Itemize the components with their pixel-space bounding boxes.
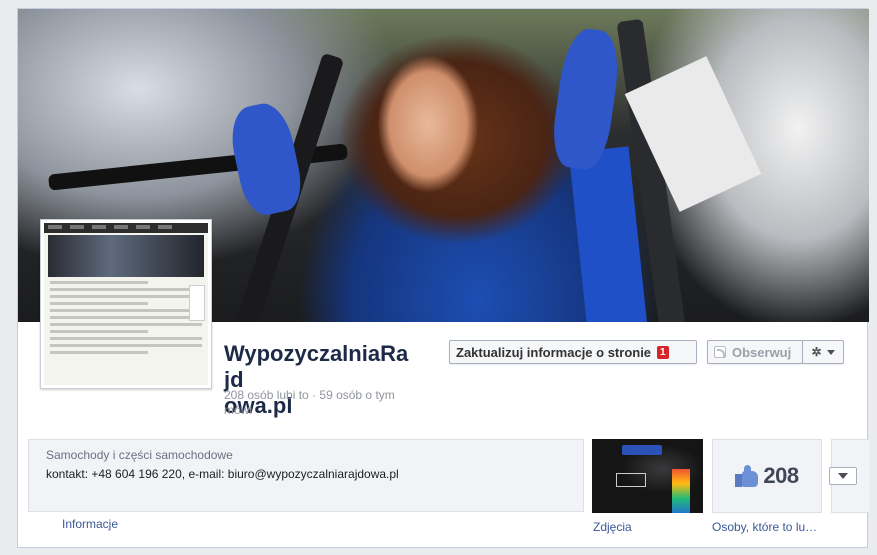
thumbnail-nav: [44, 223, 208, 233]
chevron-down-icon: [826, 349, 835, 355]
tab-photos[interactable]: Zdjęcia: [593, 520, 632, 534]
likes-box[interactable]: 208: [712, 439, 822, 513]
about-box[interactable]: Samochody i części samochodowe kontakt: …: [28, 439, 584, 512]
profile-picture-thumbnail: [44, 223, 208, 385]
notification-badge: 1: [657, 345, 669, 359]
gear-icon: ✲: [811, 345, 822, 359]
thumbs-up-icon: [735, 465, 759, 487]
page-title-line1[interactable]: WypozyczalniaRajd: [224, 341, 408, 392]
chevron-down-icon: [838, 473, 848, 479]
update-info-label: Zaktualizuj informacje o stronie: [456, 344, 652, 360]
likes-count: 208: [763, 463, 799, 488]
tab-info[interactable]: Informacje: [62, 517, 118, 531]
more-apps-button[interactable]: [829, 467, 857, 485]
rss-icon: [714, 346, 726, 358]
profile-picture[interactable]: [40, 219, 212, 389]
thumbnail-banner: [48, 235, 204, 277]
update-info-button[interactable]: Zaktualizuj informacje o stronie 1: [449, 340, 697, 364]
page-frame: WypozyczalniaRajd owa.pl 208 osób lubi t…: [17, 8, 869, 548]
photos-thumbnail[interactable]: [592, 439, 703, 513]
thumbnail-social-box: [189, 285, 205, 321]
tab-people-likes[interactable]: Osoby, które to lu…: [712, 520, 832, 534]
follow-button[interactable]: Obserwuj: [707, 340, 803, 364]
likes-summary: 208 osób lubi to · 59 osób o tym mówi: [224, 388, 395, 417]
contact-info: kontakt: +48 604 196 220, e-mail: biuro@…: [46, 467, 399, 481]
settings-dropdown-button[interactable]: ✲: [802, 340, 844, 364]
follow-label: Obserwuj: [732, 344, 792, 360]
cover-seatbelt: [568, 146, 648, 322]
page-category: Samochody i części samochodowe: [46, 448, 233, 462]
cover-glove: [225, 98, 307, 220]
